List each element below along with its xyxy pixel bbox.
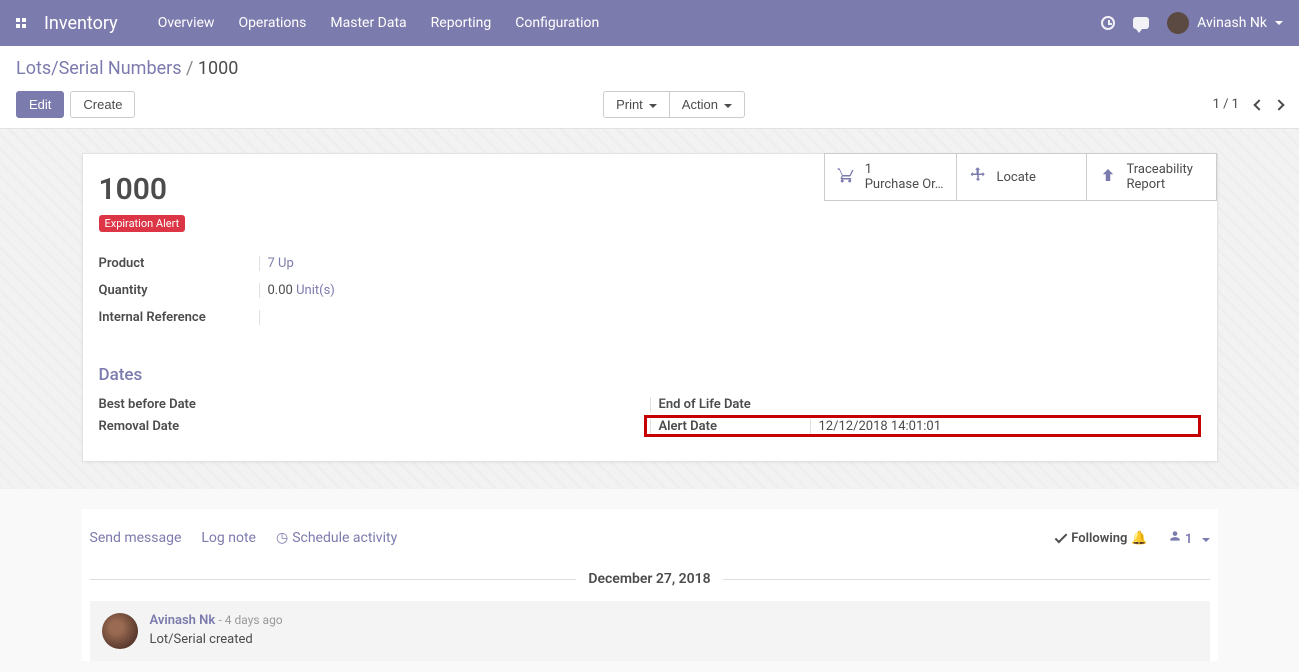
nav-right: Avinash Nk <box>1101 12 1283 34</box>
trace-line1: Traceability <box>1127 162 1193 177</box>
caret-down-icon <box>649 104 657 108</box>
bell-icon: 🔔 <box>1131 531 1147 546</box>
expiration-alert-badge: Expiration Alert <box>99 215 186 232</box>
followers-count: 1 <box>1185 532 1192 547</box>
eol-label: End of Life Date <box>650 397 810 412</box>
message-author[interactable]: Avinash Nk <box>150 613 216 628</box>
pager-counter[interactable]: 1 / 1 <box>1213 97 1239 112</box>
edit-button[interactable]: Edit <box>16 91 64 118</box>
print-dropdown[interactable]: Print <box>603 91 670 118</box>
user-menu[interactable]: Avinash Nk <box>1167 12 1283 34</box>
message-timestamp: - 4 days ago <box>218 613 282 627</box>
print-label: Print <box>616 97 643 112</box>
avatar-icon <box>1167 12 1189 34</box>
top-nav: Inventory Overview Operations Master Dat… <box>0 0 1299 46</box>
purchase-count: 1 <box>865 162 944 177</box>
message-item: Avinash Nk - 4 days ago Lot/Serial creat… <box>90 601 1210 661</box>
product-label: Product <box>99 256 259 271</box>
removal-date-label: Removal Date <box>99 419 259 434</box>
traceability-button[interactable]: TraceabilityReport <box>1087 153 1217 201</box>
menu-master-data[interactable]: Master Data <box>330 15 406 31</box>
caret-down-icon <box>724 104 732 108</box>
clock-icon: ◷ <box>276 530 288 546</box>
quantity-value: 0.00 Unit(s) <box>259 283 335 298</box>
breadcrumb: Lots/Serial Numbers / 1000 <box>16 58 1283 79</box>
breadcrumb-parent[interactable]: Lots/Serial Numbers <box>16 58 182 79</box>
arrow-up-icon <box>1099 166 1117 188</box>
message-date-separator: December 27, 2018 <box>90 571 1210 587</box>
schedule-label: Schedule activity <box>292 530 397 546</box>
menu-configuration[interactable]: Configuration <box>515 15 599 31</box>
stat-button-box: 1Purchase Or… Locate TraceabilityReport <box>824 153 1217 201</box>
person-icon <box>1168 532 1182 547</box>
alert-date-label: Alert Date <box>650 419 810 434</box>
caret-down-icon <box>1202 538 1210 542</box>
form-sheet: 1Purchase Or… Locate TraceabilityReport … <box>82 153 1218 462</box>
form-view: 1Purchase Or… Locate TraceabilityReport … <box>0 129 1299 489</box>
action-dropdown[interactable]: Action <box>669 91 745 118</box>
menu-operations[interactable]: Operations <box>238 15 306 31</box>
date-sep-label: December 27, 2018 <box>576 571 722 587</box>
dates-section-title: Dates <box>83 341 1217 393</box>
discuss-icon[interactable] <box>1133 17 1149 29</box>
control-panel: Lots/Serial Numbers / 1000 Edit Create P… <box>0 46 1299 129</box>
action-label: Action <box>682 97 718 112</box>
following-label: Following <box>1071 531 1127 546</box>
send-message-button[interactable]: Send message <box>90 530 182 546</box>
best-before-label: Best before Date <box>99 397 259 412</box>
product-link[interactable]: 7 Up <box>268 256 294 271</box>
locate-button[interactable]: Locate <box>957 153 1087 201</box>
activities-icon[interactable] <box>1101 16 1115 30</box>
qty-number: 0.00 <box>268 283 293 298</box>
user-name: Avinash Nk <box>1197 15 1267 31</box>
message-content: Lot/Serial created <box>150 632 283 647</box>
internal-ref-label: Internal Reference <box>99 310 259 325</box>
followers-button[interactable]: 1 <box>1168 529 1210 547</box>
alert-date-value: 12/12/2018 14:01:01 <box>810 419 1195 434</box>
breadcrumb-sep: / <box>186 58 193 79</box>
chatter: Send message Log note ◷Schedule activity… <box>82 509 1218 661</box>
check-icon <box>1055 530 1068 543</box>
app-title[interactable]: Inventory <box>44 13 118 34</box>
pager-next-icon[interactable] <box>1273 99 1284 110</box>
main-menu: Overview Operations Master Data Reportin… <box>158 15 1101 31</box>
apps-icon[interactable] <box>16 18 26 28</box>
schedule-activity-button[interactable]: ◷Schedule activity <box>276 530 397 546</box>
create-button[interactable]: Create <box>70 91 135 118</box>
purchase-stat-button[interactable]: 1Purchase Or… <box>824 153 957 201</box>
quantity-label: Quantity <box>99 283 259 298</box>
breadcrumb-current: 1000 <box>198 58 238 79</box>
log-note-button[interactable]: Log note <box>201 530 256 546</box>
trace-line2: Report <box>1127 177 1193 192</box>
internal-ref-value <box>259 310 268 325</box>
following-button[interactable]: Following 🔔 <box>1055 531 1147 546</box>
uom-link[interactable]: Unit(s) <box>296 283 335 298</box>
locate-label: Locate <box>997 170 1036 185</box>
menu-reporting[interactable]: Reporting <box>431 15 492 31</box>
pager-prev-icon[interactable] <box>1253 99 1264 110</box>
alert-date-highlight: Alert Date 12/12/2018 14:01:01 <box>644 415 1201 437</box>
purchase-label: Purchase Or… <box>865 177 944 192</box>
cart-icon <box>837 166 855 188</box>
move-icon <box>969 166 987 188</box>
menu-overview[interactable]: Overview <box>158 15 215 31</box>
avatar-icon <box>102 613 138 649</box>
caret-down-icon <box>1275 21 1283 25</box>
